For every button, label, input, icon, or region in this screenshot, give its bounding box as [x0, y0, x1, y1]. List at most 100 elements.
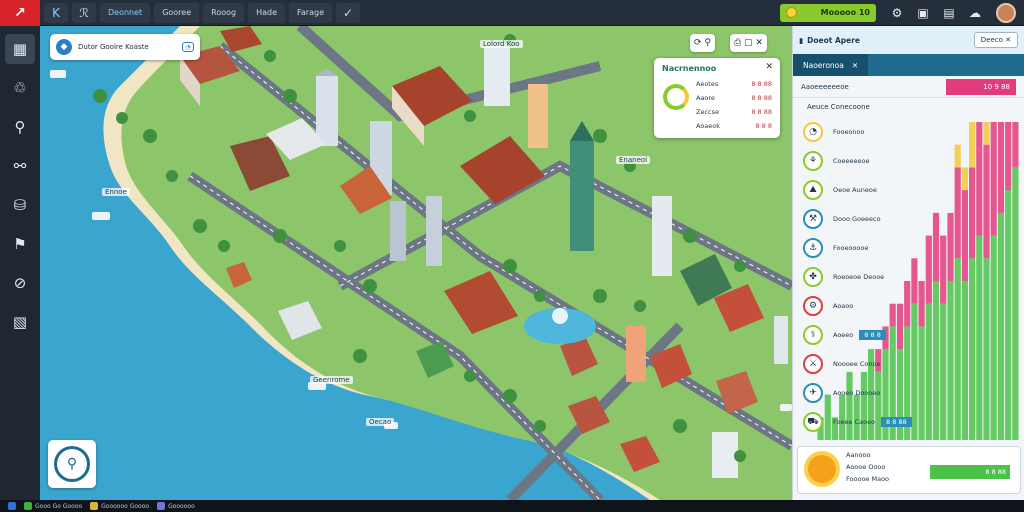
map-window-controls[interactable]: ⎙ ▢ ✕	[730, 34, 767, 52]
weather-icon[interactable]: ☁	[964, 3, 986, 23]
checkmark-icon[interactable]: ✓	[336, 2, 360, 23]
settings-icon[interactable]: ⚙	[886, 3, 908, 23]
category-label: Fooeonoo	[833, 128, 865, 136]
money-display[interactable]: Mooooo 10	[780, 3, 876, 22]
gauge-icon[interactable]: ◔	[182, 42, 194, 52]
start-icon	[8, 502, 16, 510]
summary-row: Aaoeeeeeeoe 10 9 88	[793, 76, 1024, 98]
category-label: Aoaoo	[833, 302, 854, 310]
window-controls-icon[interactable]: ⎙ ▢ ✕	[734, 38, 763, 48]
map-label-district-north[interactable]: Lolord Koo	[480, 40, 523, 48]
footer-line-2: Aoooe Oooo	[846, 463, 886, 471]
panel-row[interactable]: ✈ Aooeo Doooeo	[803, 383, 880, 403]
category-label: Noooee Conoe	[833, 360, 881, 368]
panel-row[interactable]: ⚓ Fooeooooe	[803, 238, 868, 258]
menu-tab-1[interactable]: Deonnet	[100, 2, 151, 23]
avatar[interactable]	[996, 2, 1016, 23]
panel-row[interactable]: ◔ Fooeonoo	[803, 122, 865, 142]
category-icon: ⚒	[803, 209, 823, 229]
close-icon[interactable]: ✕	[765, 62, 773, 72]
chart-tool-icon[interactable]: ▧	[5, 307, 35, 337]
panel-row[interactable]: ⚙ Aoaoo	[803, 296, 853, 316]
category-tag: 8 8 8	[859, 330, 886, 340]
bar-2	[961, 190, 968, 281]
map-label-district-west[interactable]: Ennoe	[102, 188, 130, 196]
taskbar-item[interactable]: Gooo Go Goooo	[24, 502, 82, 510]
bar-1	[911, 303, 918, 440]
cursor-icon[interactable]: K	[44, 2, 68, 23]
category-label: Dooo Goeeeco	[833, 215, 881, 223]
category-label: Aoeeo	[833, 331, 854, 339]
link-tool-icon[interactable]: ⚯	[5, 151, 35, 181]
category-icon: ⚕	[803, 325, 823, 345]
panel-row[interactable]: ⛰ Oeoe Auneoe	[803, 180, 877, 200]
panel-row[interactable]: ⚕ Aoeeo 8 8 8	[803, 325, 886, 345]
os-taskbar: Gooo Go Goooo Goooooo Goooo Goooooo	[0, 500, 1024, 512]
notification-row: Aoaeok 8 8 8	[696, 122, 772, 130]
compass-button[interactable]: ⚲	[48, 440, 96, 488]
map-label-harbor[interactable]: Oecao	[366, 418, 395, 426]
category-label: Oeoe Auneoe	[833, 186, 877, 194]
top-bar: ↗ K ℛ Deonnet Gooree Rooog Hade Farage ✓…	[0, 0, 1024, 26]
notification-panel[interactable]: Nacrnennoo ✕ Aeotes 8 8 88 Aaore 8 8 8 8 …	[654, 58, 780, 138]
footer-line-1: Aanooo	[846, 451, 871, 459]
city-map[interactable]: Lolord Koo Enaneol Ennoe Geenrome Oecao …	[40, 26, 792, 500]
panel-title: Doeot Apere	[807, 35, 860, 45]
water-info-text: Dutor Goolre Koaste	[78, 43, 149, 51]
panel-row[interactable]: ⛟ Foeee Caoeo 8 8 88	[803, 412, 912, 432]
panel-row[interactable]: ✤ Roeoeoe Deooe	[803, 267, 884, 287]
money-label: Mooooo 10	[820, 8, 870, 17]
category-icon: ⚘	[803, 151, 823, 171]
water-drop-icon: ◆	[56, 39, 72, 55]
panel-row[interactable]: ⚘ Coeeeeeoe	[803, 151, 870, 171]
map-label-district-east[interactable]: Enaneol	[616, 156, 651, 164]
build-icon[interactable]: ℛ	[72, 2, 96, 23]
map-label-district-south[interactable]: Geenrome	[310, 376, 353, 384]
info-icon: ▮	[799, 35, 804, 45]
notification-row-label: Aeotes	[696, 80, 719, 88]
taskbar-item[interactable]: Goooooo Goooo	[90, 502, 149, 510]
bar-1	[969, 258, 976, 440]
bar-1	[954, 258, 961, 440]
calendar-icon[interactable]: ▣	[912, 3, 934, 23]
category-label: Roeoeoe Deooe	[833, 273, 885, 281]
taskbar-item[interactable]	[8, 502, 16, 510]
taskbar-label: Goooooo	[168, 502, 195, 510]
panel-row[interactable]: ⚔ Noooee Conoe	[803, 354, 880, 374]
list-icon[interactable]: ▤	[938, 3, 960, 23]
list-header: Aeuce Conecoone	[807, 103, 870, 111]
tab-overview[interactable]: Naoeronoa ✕	[793, 54, 869, 76]
bar-2	[997, 122, 1005, 213]
logo[interactable]: ↗	[0, 0, 40, 26]
rotate-icon[interactable]: ⟳ ⚲	[694, 38, 711, 48]
notification-row: Zeccse 8 8 88	[696, 108, 772, 116]
taskbar-item[interactable]: Goooooo	[157, 502, 195, 510]
category-icon: ✈	[803, 383, 823, 403]
bar-2	[1005, 122, 1012, 191]
storage-tool-icon[interactable]: ⛁	[5, 190, 35, 220]
map-view-controls[interactable]: ⟳ ⚲	[690, 34, 715, 52]
water-info-card[interactable]: ◆ Dutor Goolre Koaste ◔	[50, 34, 200, 60]
zoning-tool-icon[interactable]: ▦	[5, 34, 35, 64]
bar-2	[969, 167, 976, 259]
app-icon	[90, 502, 99, 510]
notification-row-label: Aoaeok	[696, 122, 721, 130]
category-icon: ⚔	[803, 354, 823, 374]
notification-row-label: Zeccse	[696, 108, 719, 116]
panel-close-button[interactable]: Deeco ✕	[973, 32, 1018, 48]
menu-tab-2[interactable]: Gooree	[154, 2, 200, 23]
category-icon: ⛰	[803, 180, 823, 200]
panel-row[interactable]: ⚒ Dooo Goeeeco	[803, 209, 881, 229]
recycle-tool-icon[interactable]: ♲	[5, 73, 35, 103]
category-icon: ✤	[803, 267, 823, 287]
tab-close-icon[interactable]: ✕	[852, 61, 858, 70]
menu-tab-5[interactable]: Farage	[289, 2, 332, 23]
budget-donut	[804, 451, 840, 487]
bar-2	[983, 144, 990, 259]
menu-tab-4[interactable]: Hade	[248, 2, 286, 23]
bulldoze-tool-icon[interactable]: ⊘	[5, 268, 35, 298]
inspect-tool-icon[interactable]: ⚲	[5, 112, 35, 142]
flag-tool-icon[interactable]: ⚑	[5, 229, 35, 259]
menu-tab-3[interactable]: Rooog	[203, 2, 245, 23]
notification-row-value: 8 8 8	[755, 122, 772, 130]
